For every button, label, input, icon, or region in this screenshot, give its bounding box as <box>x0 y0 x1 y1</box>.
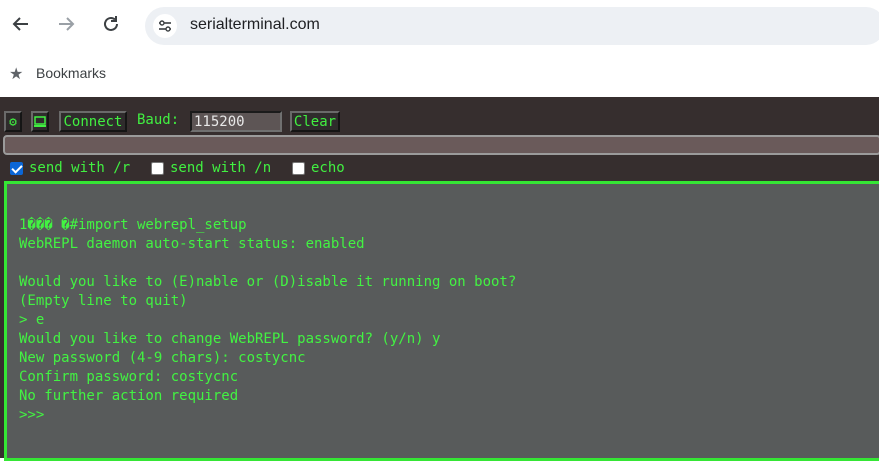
terminal-line: Would you like to (E)nable or (D)isable … <box>19 274 517 290</box>
terminal-line: > e <box>19 312 45 328</box>
terminal-button[interactable] <box>31 111 49 132</box>
terminal-toolbar: ⚙ Connect Baud: Clear <box>0 109 879 133</box>
clear-button[interactable]: Clear <box>290 111 340 132</box>
terminal-line: New password (4-9 chars): costycnc <box>19 350 306 366</box>
send-with-r-checkbox[interactable] <box>10 162 23 175</box>
site-settings-icon <box>159 20 171 32</box>
terminal-line: No further action required <box>19 388 239 404</box>
computer-icon <box>34 116 46 127</box>
terminal-line: Confirm password: costycnc <box>19 369 239 385</box>
connect-button[interactable]: Connect <box>59 111 127 132</box>
star-icon: ★ <box>9 66 24 83</box>
terminal-line: WebREPL daemon auto-start status: enable… <box>19 236 365 252</box>
address-bar[interactable]: serialterminal.com <box>145 7 879 45</box>
forward-arrow-icon <box>59 17 75 31</box>
bookmarks-label[interactable]: Bookmarks <box>36 65 106 81</box>
serial-terminal-page: ⚙ Connect Baud: Clear send with /r send … <box>0 97 879 461</box>
gear-icon: ⚙ <box>9 115 17 130</box>
terminal-line: 1��� �#import webrepl_setup <box>19 217 247 233</box>
reload-icon <box>104 16 118 31</box>
terminal-line: >>> <box>19 407 45 423</box>
reload-button[interactable] <box>97 10 125 38</box>
url-text[interactable]: serialterminal.com <box>190 16 320 34</box>
send-options: send with /r send with /n echo <box>0 159 879 179</box>
terminal-line: (Empty line to quit) <box>19 293 188 309</box>
back-arrow-icon <box>12 17 28 31</box>
browser-navbar: serialterminal.com <box>0 0 879 52</box>
terminal-line: Would you like to change WebREPL passwor… <box>19 331 441 347</box>
back-button[interactable] <box>7 10 35 38</box>
baud-label: Baud: <box>137 112 180 128</box>
forward-button[interactable] <box>52 10 80 38</box>
bookmarks-bar: ★ Bookmarks <box>0 52 879 96</box>
send-with-r-label: send with /r <box>29 160 131 176</box>
send-with-n-label: send with /n <box>170 160 272 176</box>
echo-label: echo <box>311 160 345 176</box>
baud-input[interactable] <box>190 111 282 132</box>
settings-button[interactable]: ⚙ <box>4 111 22 132</box>
send-with-n-checkbox[interactable] <box>151 162 164 175</box>
echo-checkbox[interactable] <box>292 162 305 175</box>
site-info-button[interactable] <box>153 14 177 38</box>
terminal-output[interactable]: 1��� �#import webrepl_setup WebREPL daem… <box>4 181 879 461</box>
send-input[interactable] <box>3 135 879 155</box>
